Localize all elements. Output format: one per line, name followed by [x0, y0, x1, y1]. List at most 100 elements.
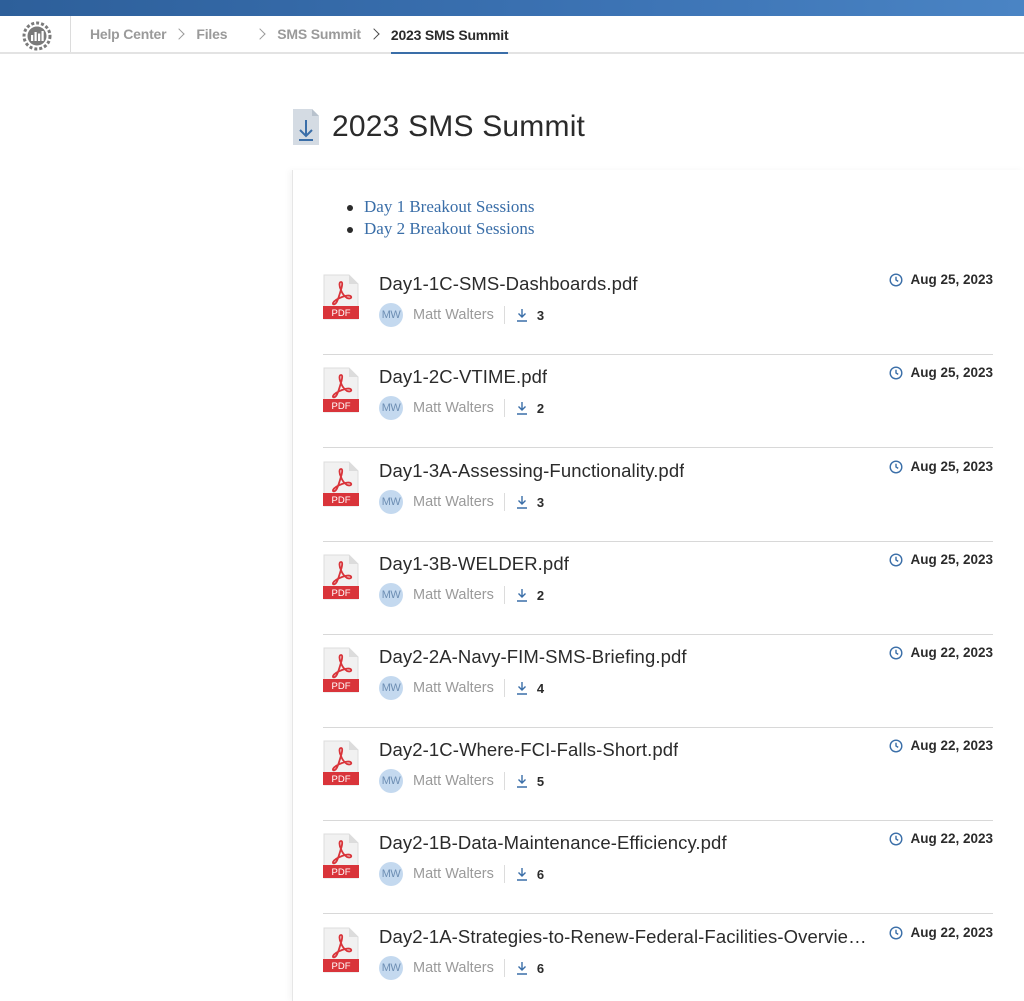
avatar[interactable]: MW — [379, 490, 403, 514]
link-day-1-breakout[interactable]: Day 1 Breakout Sessions — [346, 196, 534, 218]
author-name[interactable]: Matt Walters — [413, 680, 494, 696]
avatar[interactable]: MW — [379, 769, 403, 793]
file-date: Aug 25, 2023 — [889, 272, 993, 287]
author-name[interactable]: Matt Walters — [413, 400, 494, 416]
chevron-right-icon — [254, 28, 266, 40]
file-date: Aug 25, 2023 — [889, 552, 993, 567]
download-count: 4 — [536, 680, 545, 696]
author-name[interactable]: Matt Walters — [413, 307, 494, 323]
download-icon — [516, 309, 527, 322]
file-date: Aug 22, 2023 — [889, 831, 993, 846]
meta-divider — [503, 306, 505, 324]
file-list-item[interactable]: PDF Day2-2A-Navy-FIM-SMS-Briefing.pdf MW Ma… — [323, 635, 993, 728]
avatar[interactable]: MW — [379, 583, 403, 607]
file-list-item[interactable]: PDF Day1-2C-VTIME.pdf MW Matt Walters 2 Aug 2… — [323, 355, 993, 448]
download-icon — [516, 962, 527, 975]
avatar[interactable]: MW — [379, 676, 403, 700]
date-label: Aug 25, 2023 — [910, 459, 993, 474]
file-list-panel: Day 1 Breakout Sessions Day 2 Breakout S… — [292, 170, 1024, 1001]
pdf-badge-label: PDF — [332, 588, 351, 599]
file-name-link[interactable]: Day2-1B-Data-Maintenance-Efficiency.pdf — [379, 832, 727, 854]
meta-divider — [503, 959, 505, 977]
pdf-file-icon: PDF — [323, 461, 359, 507]
download-icon — [516, 402, 527, 415]
avatar[interactable]: MW — [379, 303, 403, 327]
file-name-link[interactable]: Day2-2A-Navy-FIM-SMS-Briefing.pdf — [379, 646, 687, 668]
file-date: Aug 22, 2023 — [889, 645, 993, 660]
pdf-file-icon: PDF — [323, 367, 359, 413]
download-count: 2 — [536, 587, 545, 603]
author-name[interactable]: Matt Walters — [413, 773, 494, 789]
pdf-badge-label: PDF — [332, 681, 351, 692]
download-count: 6 — [536, 866, 545, 882]
pdf-file-icon: PDF — [323, 274, 359, 320]
site-logo-icon[interactable] — [22, 21, 52, 51]
file-date: Aug 22, 2023 — [889, 738, 993, 753]
nav-divider — [70, 16, 71, 52]
pdf-file-icon: PDF — [323, 647, 359, 693]
meta-divider — [503, 399, 505, 417]
file-list-item[interactable]: PDF Day2-1B-Data-Maintenance-Efficiency.p… — [323, 821, 993, 914]
breadcrumb-files[interactable]: Files — [196, 26, 227, 42]
clock-icon — [889, 645, 903, 660]
download-count: 3 — [536, 307, 545, 323]
file-meta: MW Matt Walters 5 — [379, 769, 545, 793]
pdf-badge-label: PDF — [332, 495, 351, 506]
page-title: 2023 SMS Summit — [332, 110, 586, 143]
date-label: Aug 22, 2023 — [910, 831, 993, 846]
file-list-item[interactable]: PDF Day1-3A-Assessing-Functionality.pdf MW… — [323, 449, 993, 542]
date-label: Aug 25, 2023 — [910, 272, 993, 287]
file-name-link[interactable]: Day2-1A-Strategies-to-Renew-Federal-Faci… — [379, 926, 873, 948]
file-name-link[interactable]: Day2-1C-Where-FCI-Falls-Short.pdf — [379, 739, 678, 761]
file-meta: MW Matt Walters 2 — [379, 583, 545, 607]
file-list-item[interactable]: PDF Day2-1A-Strategies-to-Renew-Federal-F… — [323, 915, 993, 1001]
pdf-file-icon: PDF — [323, 927, 359, 973]
download-count: 3 — [536, 494, 545, 510]
download-file-icon — [293, 109, 319, 145]
download-icon — [516, 496, 527, 509]
file-name-link[interactable]: Day1-3A-Assessing-Functionality.pdf — [379, 460, 684, 482]
pdf-badge-label: PDF — [332, 401, 351, 412]
author-name[interactable]: Matt Walters — [413, 587, 494, 603]
pdf-badge-label: PDF — [332, 961, 351, 972]
navigation-bar: Help Center Files SMS Summit 2023 SMS Su… — [0, 16, 1024, 54]
clock-icon — [889, 831, 903, 846]
file-list-item[interactable]: PDF Day2-1C-Where-FCI-Falls-Short.pdf MW Ma… — [323, 728, 993, 821]
file-name-link[interactable]: Day1-3B-WELDER.pdf — [379, 553, 569, 575]
clock-icon — [889, 459, 903, 474]
pdf-file-icon: PDF — [323, 833, 359, 879]
author-name[interactable]: Matt Walters — [413, 960, 494, 976]
author-name[interactable]: Matt Walters — [413, 866, 494, 882]
page-header: 2023 SMS Summit — [292, 108, 585, 146]
download-icon — [516, 589, 527, 602]
file-list-item[interactable]: PDF Day1-3B-WELDER.pdf MW Matt Walters 2 Aug … — [323, 542, 993, 635]
avatar[interactable]: MW — [379, 396, 403, 420]
file-meta: MW Matt Walters 3 — [379, 490, 545, 514]
download-count: 5 — [536, 773, 545, 789]
avatar[interactable]: MW — [379, 956, 403, 980]
file-list-item[interactable]: PDF Day1-1C-SMS-Dashboards.pdf MW Matt Walt… — [323, 262, 993, 355]
download-icon — [516, 775, 527, 788]
file-meta: MW Matt Walters 6 — [379, 862, 545, 886]
file-meta: MW Matt Walters 3 — [379, 303, 545, 327]
date-label: Aug 22, 2023 — [910, 645, 993, 660]
meta-divider — [503, 772, 505, 790]
date-label: Aug 25, 2023 — [910, 552, 993, 567]
file-date: Aug 25, 2023 — [889, 365, 993, 380]
breadcrumb-sms-summit[interactable]: SMS Summit — [277, 26, 361, 42]
clock-icon — [889, 365, 903, 380]
avatar[interactable]: MW — [379, 862, 403, 886]
session-links: Day 1 Breakout Sessions Day 2 Breakout S… — [346, 196, 534, 240]
meta-divider — [503, 865, 505, 883]
link-day-2-breakout[interactable]: Day 2 Breakout Sessions — [346, 218, 534, 240]
clock-icon — [889, 272, 903, 287]
meta-divider — [503, 493, 505, 511]
download-icon — [516, 868, 527, 881]
breadcrumb-help-center[interactable]: Help Center — [90, 26, 167, 42]
breadcrumb-current[interactable]: 2023 SMS Summit — [390, 16, 509, 54]
file-name-link[interactable]: Day1-2C-VTIME.pdf — [379, 366, 547, 388]
breadcrumb: Help Center Files SMS Summit 2023 SMS Su… — [90, 16, 509, 54]
download-count: 2 — [536, 400, 545, 416]
file-name-link[interactable]: Day1-1C-SMS-Dashboards.pdf — [379, 273, 638, 295]
author-name[interactable]: Matt Walters — [413, 494, 494, 510]
